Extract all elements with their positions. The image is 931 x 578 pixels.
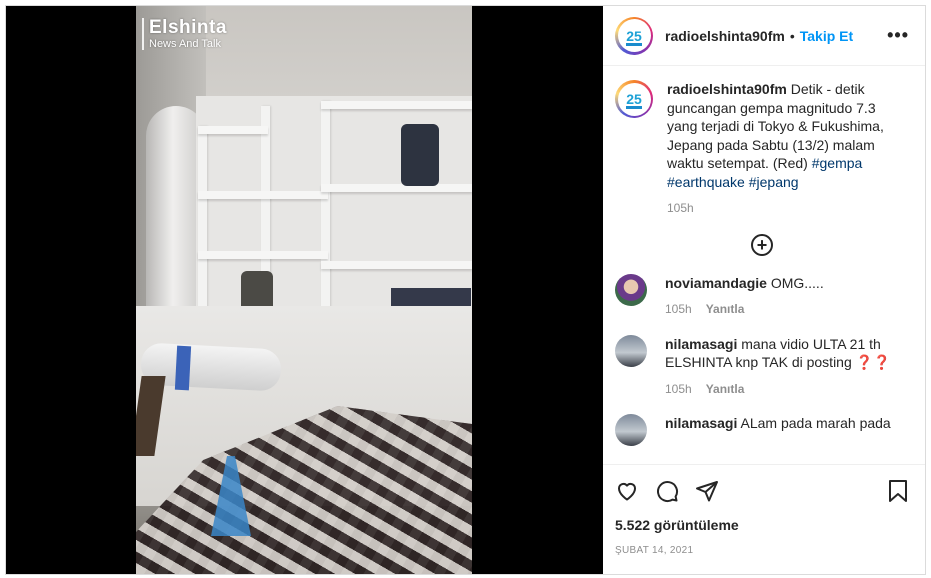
post-header: 25 radioelshinta90fm • Takip Et ••• xyxy=(603,6,925,66)
comment-avatar[interactable] xyxy=(615,414,647,446)
comment-item: nilamasagi ALam pada marah pada xyxy=(615,414,909,446)
load-more-comments-icon[interactable]: + xyxy=(751,233,773,256)
caption-time[interactable]: 105h xyxy=(667,199,694,218)
share-icon[interactable] xyxy=(695,479,719,503)
comment-username-link[interactable]: nilamasagi xyxy=(665,415,737,431)
hashtag-link[interactable]: #earthquake xyxy=(667,174,745,190)
heart-icon[interactable] xyxy=(615,479,639,503)
follow-button[interactable]: Takip Et xyxy=(800,28,853,44)
video-frame[interactable]: Elshinta News And Talk xyxy=(136,6,472,574)
avatar-logo: 25 xyxy=(620,85,648,113)
post-date[interactable]: ŞUBAT 14, 2021 xyxy=(615,545,909,556)
comment-icon[interactable] xyxy=(655,479,679,503)
comment-text: OMG..... xyxy=(770,274,824,291)
comment-username-link[interactable]: nilamasagi xyxy=(665,336,737,352)
reply-button[interactable]: Yanıtla xyxy=(706,380,745,399)
watermark-title: Elshinta xyxy=(149,17,227,38)
comment-time[interactable]: 105h xyxy=(665,380,692,399)
view-count[interactable]: 5.522 görüntüleme xyxy=(615,517,909,533)
reply-button[interactable]: Yanıtla xyxy=(706,300,745,319)
comment-avatar[interactable] xyxy=(615,273,647,306)
header-separator: • xyxy=(789,27,795,44)
header-username-link[interactable]: radioelshinta90fm xyxy=(665,28,785,44)
more-options-icon[interactable]: ••• xyxy=(887,25,909,46)
post-container: Elshinta News And Talk 25 radioelshinta9… xyxy=(5,5,926,575)
post-actions: 5.522 görüntüleme ŞUBAT 14, 2021 xyxy=(603,464,925,574)
bookmark-icon[interactable] xyxy=(887,479,909,503)
post-side-panel: 25 radioelshinta90fm • Takip Et ••• 25 r… xyxy=(603,6,925,574)
avatar[interactable]: 25 xyxy=(615,16,653,55)
comment-avatar[interactable] xyxy=(615,334,647,367)
comment-time[interactable]: 105h xyxy=(665,300,692,319)
caption-avatar[interactable]: 25 xyxy=(615,80,653,118)
video-player[interactable]: Elshinta News And Talk xyxy=(6,6,603,574)
video-watermark: Elshinta News And Talk xyxy=(142,18,227,50)
avatar-logo: 25 xyxy=(620,21,648,50)
hashtag-link[interactable]: #gempa xyxy=(812,155,863,171)
watermark-subtitle: News And Talk xyxy=(149,38,221,50)
caption: 25 radioelshinta90fm Detik - detik gunca… xyxy=(615,80,909,218)
comment-text: ALam pada marah pada xyxy=(740,415,891,431)
caption-username-link[interactable]: radioelshinta90fm xyxy=(667,81,787,97)
comments-section[interactable]: 25 radioelshinta90fm Detik - detik gunca… xyxy=(603,66,925,464)
hashtag-link[interactable]: #jepang xyxy=(749,174,799,190)
comment-username-link[interactable]: noviamandagie xyxy=(665,275,767,291)
comment-item: nilamasagi mana vidio ULTA 21 th ELSHINT… xyxy=(615,334,909,399)
comment-item: noviamandagie OMG..... 105h Yanıtla xyxy=(615,273,909,319)
